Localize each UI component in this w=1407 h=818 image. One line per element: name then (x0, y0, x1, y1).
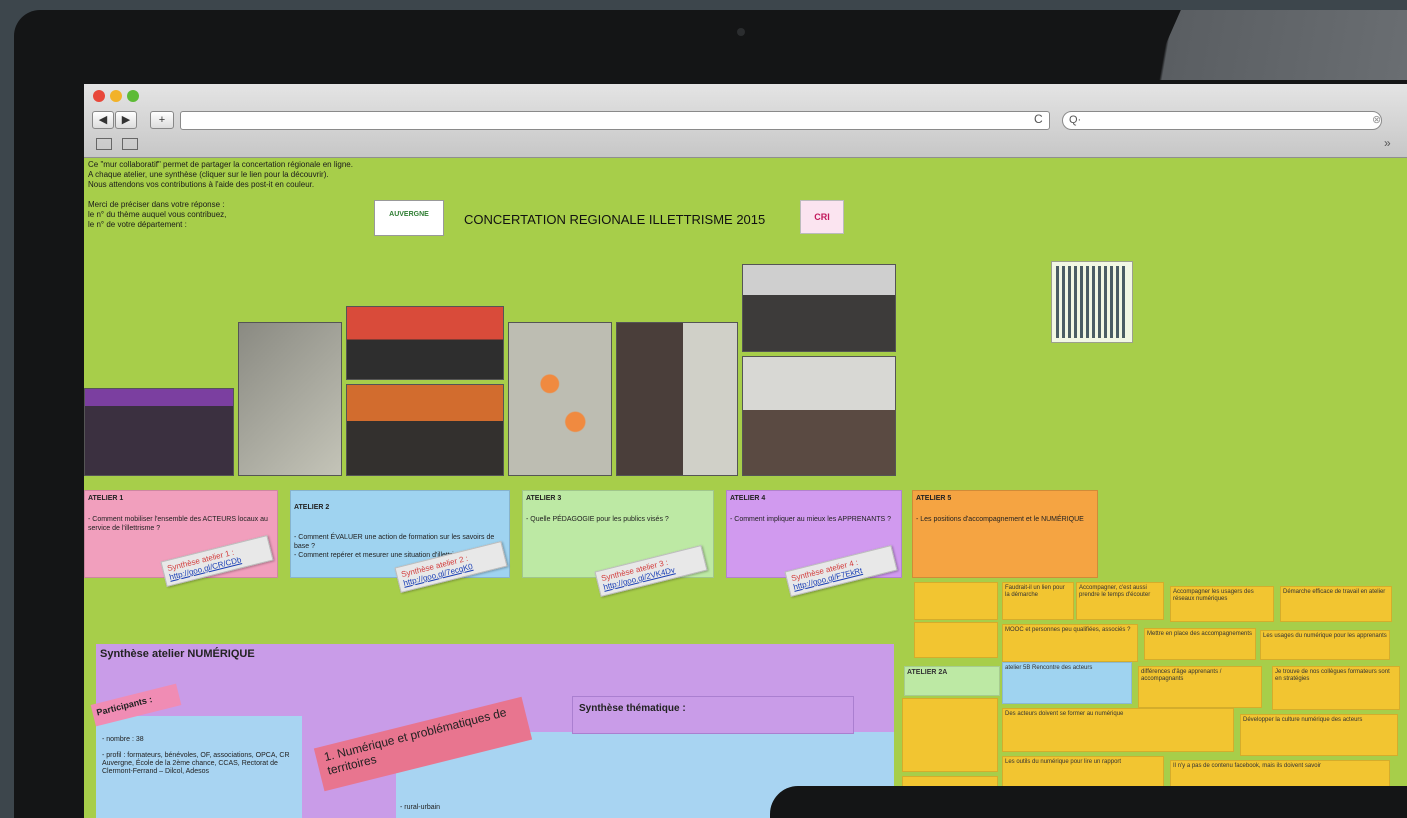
workshop-photo[interactable] (346, 306, 504, 380)
rural-urbain-text: - rural-urbain (400, 804, 441, 811)
sticky-note[interactable]: Les usages du numérique pour les apprena… (1260, 630, 1390, 660)
sticky-note[interactable] (914, 622, 998, 658)
synthese-title: Synthèse atelier NUMÉRIQUE (100, 648, 255, 660)
atelier-text: - Comment impliquer au mieux les APPRENA… (730, 516, 892, 523)
workshop-photo[interactable] (238, 322, 342, 476)
sticky-note[interactable]: différences d'âge apprenants / accompagn… (1138, 666, 1262, 708)
sticky-note[interactable]: MOOC et personnes peu qualifiées, associ… (1002, 624, 1138, 662)
camera-dot (737, 28, 745, 36)
qr-code-icon[interactable] (1051, 261, 1133, 343)
back-button[interactable]: ◀ (92, 111, 114, 129)
atelier-card[interactable]: ATELIER 5 - Les positions d'accompagneme… (912, 490, 1098, 578)
forward-button[interactable]: ▶ (115, 111, 137, 129)
atelier-title: ATELIER 3 (526, 495, 562, 502)
clear-search-icon[interactable]: ⊗ (1372, 113, 1381, 126)
atelier-text: - Comment mobiliser l'ensemble des ACTEU… (88, 516, 268, 532)
close-window-button[interactable] (93, 90, 105, 102)
workshop-photo[interactable] (616, 322, 738, 476)
cri-badge: CRI (800, 200, 844, 234)
sticky-note[interactable] (914, 582, 998, 620)
atelier-text: - Quelle PÉDAGOGIE pour les publics visé… (526, 516, 669, 523)
sticky-note[interactable]: Mettre en place des accompagnements (1144, 628, 1256, 660)
zoom-window-button[interactable] (127, 90, 139, 102)
workshop-photo[interactable] (346, 384, 504, 476)
address-bar[interactable] (180, 111, 1050, 130)
sticky-note[interactable]: Des acteurs doivent se former au numériq… (1002, 708, 1234, 752)
sticky-note[interactable]: Développer la culture numérique des acte… (1240, 714, 1398, 756)
browser-window: ◀ ▶ + C Q· ⊗ » Ce "mur collaboratif" per… (84, 84, 1407, 818)
participants-box: - nombre : 38 - profil : formateurs, bén… (96, 716, 302, 818)
workshop-photo[interactable] (742, 356, 896, 476)
search-field[interactable]: Q· (1062, 111, 1382, 130)
atelier-title: ATELIER 4 (730, 495, 766, 502)
laptop-base (770, 786, 1407, 818)
new-tab-button[interactable]: + (150, 111, 174, 129)
sticky-note[interactable] (902, 698, 998, 772)
auvergne-logo: AUVERGNE (374, 200, 444, 236)
atelier-title: ATELIER 5 (916, 495, 952, 502)
screen-reflection (1150, 10, 1407, 80)
browser-toolbar: ◀ ▶ + C Q· ⊗ » (84, 84, 1407, 158)
intro-text: Ce "mur collaboratif" permet de partager… (88, 160, 353, 229)
sticky-note[interactable]: Accompagner les usagers des réseaux numé… (1170, 586, 1274, 622)
minimize-window-button[interactable] (110, 90, 122, 102)
synthese-thematique[interactable]: Synthèse thématique : (572, 696, 854, 734)
workshop-photo[interactable] (508, 322, 612, 476)
page-title: CONCERTATION REGIONALE ILLETTRISME 2015 (464, 212, 766, 227)
reading-list-icon[interactable] (96, 138, 112, 150)
workshop-photo[interactable] (742, 264, 896, 352)
synthese-section: Synthèse atelier NUMÉRIQUE - nombre : 38… (90, 644, 894, 818)
top-sites-icon[interactable] (122, 138, 138, 150)
sticky-note[interactable]: atelier 5B Rencontre des acteurs (1002, 662, 1132, 704)
sticky-note[interactable]: Faudrait-il un lien pour la démarche (1002, 582, 1074, 620)
atelier-text: - Les positions d'accompagnement et le N… (916, 516, 1084, 523)
sticky-note[interactable]: Accompagner, c'est aussi prendre le temp… (1076, 582, 1164, 620)
reload-icon[interactable]: C (1034, 112, 1043, 126)
padlet-wall: Ce "mur collaboratif" permet de partager… (84, 158, 1407, 818)
sticky-note[interactable]: Je trouve de nos collègues formateurs so… (1272, 666, 1400, 710)
atelier-title: ATELIER 1 (88, 495, 124, 502)
atelier-title: ATELIER 2 (294, 504, 330, 511)
more-bookmarks-icon[interactable]: » (1384, 136, 1391, 150)
sticky-note[interactable]: Démarche efficace de travail en atelier (1280, 586, 1392, 622)
workshop-photo[interactable] (84, 388, 234, 476)
atelier-2a-note[interactable]: ATELIER 2A (904, 666, 1000, 696)
